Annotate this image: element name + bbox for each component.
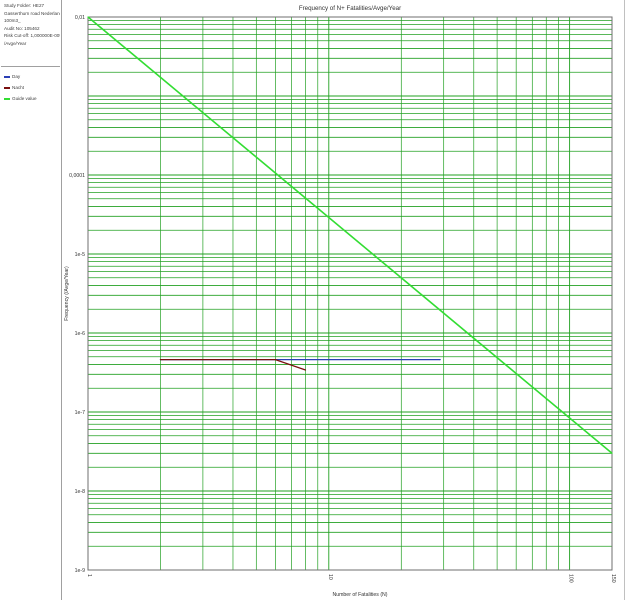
y-tick-label: 1e-7 — [75, 410, 85, 416]
y-tick-label: 1e-9 — [75, 568, 85, 574]
series-nacht-point — [159, 359, 162, 361]
fn-chart: Frequency of N+ Fatalities/Avge/Year 0,01… — [64, 5, 616, 598]
x-tick-label: 1 — [86, 574, 92, 577]
series-day-point — [328, 359, 330, 361]
chart-title: Frequency of N+ Fatalities/Avge/Year — [299, 5, 401, 12]
series-nacht-point — [304, 369, 307, 371]
series-nacht-point — [274, 359, 276, 361]
series-day-point — [439, 359, 441, 361]
x-tick-label: 10 — [327, 574, 333, 580]
y-axis-label: Frequency (/Avge/Year) — [64, 266, 70, 321]
x-axis-label: Number of Fatalities (N) — [332, 592, 387, 598]
fn-curve-window: Study Folder: HE27 Gasserthurn road Nede… — [0, 0, 625, 600]
y-tick-label: 1e-5 — [75, 252, 85, 258]
x-tick-label: 100 — [568, 574, 574, 583]
x-tick-label: 150 — [610, 574, 616, 583]
y-tick-label: 0,0001 — [69, 173, 85, 179]
y-tick-label: 1e-6 — [75, 331, 85, 337]
y-tick-label: 1e-8 — [75, 489, 85, 495]
series-guide-value-point — [87, 16, 89, 18]
y-tick-label: 0,01 — [75, 15, 85, 21]
series-guide-value-point — [611, 452, 613, 454]
